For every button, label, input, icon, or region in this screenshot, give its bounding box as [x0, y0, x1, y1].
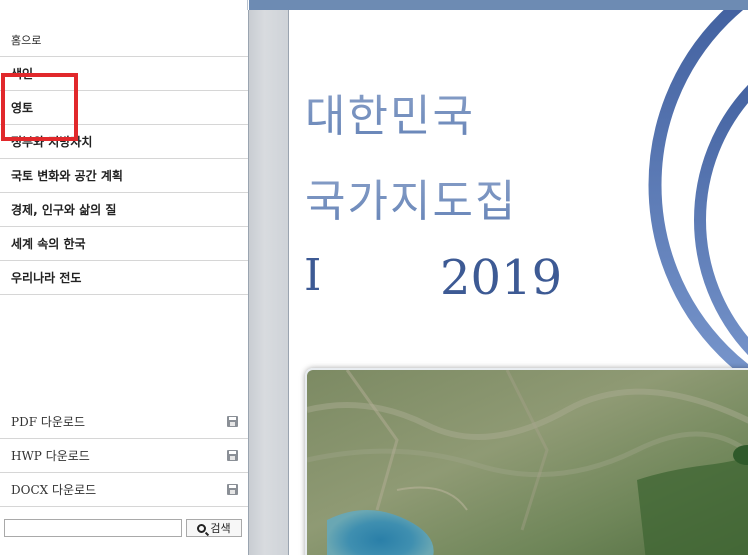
document-page: 대한민국 국가지도집 I 2019 — [290, 10, 748, 555]
nav-item-label: 세계 속의 한국 — [11, 237, 86, 251]
nav-item-label: 국토 변화와 공간 계획 — [11, 169, 123, 183]
download-label: HWP 다운로드 — [11, 449, 90, 463]
gutter-top-strip — [249, 0, 289, 10]
download-list: PDF 다운로드 HWP 다운로드 DOCX 다운로드 — [0, 405, 248, 507]
floppy-disk-icon — [227, 484, 238, 495]
year-label: 2019 — [440, 250, 563, 306]
hwp-download-link[interactable]: HWP 다운로드 — [0, 439, 248, 473]
nav-item-label: 경제, 인구와 삶의 질 — [11, 203, 117, 217]
search-icon — [197, 523, 207, 533]
satellite-map-art — [307, 370, 748, 555]
nav-item-label: 정부와 지방자치 — [11, 135, 93, 149]
pdf-download-link[interactable]: PDF 다운로드 — [0, 405, 248, 439]
volume-numeral: I — [304, 250, 324, 301]
nav-list: 홈으로 색인 영토 정부와 지방자치 국토 변화와 공간 계획 경제, 인구와 … — [0, 23, 248, 295]
title-line-2: 국가지도집 — [305, 176, 518, 227]
nav-item-government[interactable]: 정부와 지방자치 — [0, 125, 248, 159]
sidebar: 홈으로 색인 영토 정부와 지방자치 국토 변화와 공간 계획 경제, 인구와 … — [0, 10, 249, 555]
nav-item-label: 영토 — [11, 101, 34, 115]
nav-item-label: 색인 — [11, 67, 34, 81]
nav-item-economy[interactable]: 경제, 인구와 삶의 질 — [0, 193, 248, 227]
nav-item-land-change[interactable]: 국토 변화와 공간 계획 — [0, 159, 248, 193]
search-input[interactable] — [4, 519, 182, 537]
nav-item-world[interactable]: 세계 속의 한국 — [0, 227, 248, 261]
search-button-label: 검색 — [210, 522, 231, 535]
search-button[interactable]: 검색 — [186, 519, 242, 537]
nav-item-index[interactable]: 색인 — [0, 57, 248, 91]
download-label: DOCX 다운로드 — [11, 483, 97, 497]
nav-item-full-map[interactable]: 우리나라 전도 — [0, 261, 248, 295]
title-line-1: 대한민국 — [305, 91, 475, 142]
viewer-top-strip — [289, 0, 748, 10]
floppy-disk-icon — [227, 416, 238, 427]
floppy-disk-icon — [227, 450, 238, 461]
nav-item-territory[interactable]: 영토 — [0, 91, 248, 125]
nav-item-label: 우리나라 전도 — [11, 271, 82, 285]
satellite-map-image — [305, 368, 748, 555]
docx-download-link[interactable]: DOCX 다운로드 — [0, 473, 248, 507]
nav-item-label: 홈으로 — [11, 33, 42, 47]
download-label: PDF 다운로드 — [11, 415, 85, 429]
sidebar-top-strip — [0, 0, 248, 10]
viewer-gutter — [249, 10, 289, 555]
search-bar: 검색 — [4, 519, 244, 537]
nav-item-home[interactable]: 홈으로 — [0, 23, 248, 57]
